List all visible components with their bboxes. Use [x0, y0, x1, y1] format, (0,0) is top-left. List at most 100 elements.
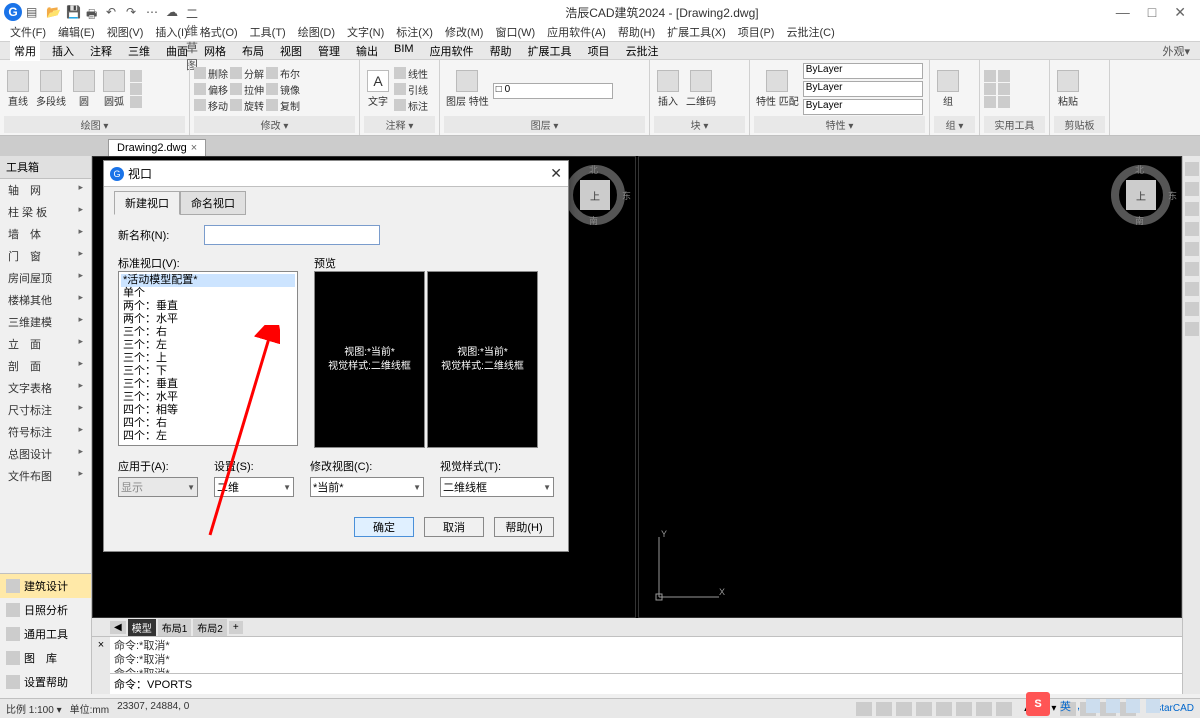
tab-annotate[interactable]: 注释	[86, 41, 116, 61]
tab-manage[interactable]: 管理	[314, 41, 344, 61]
rtb-icon[interactable]	[1185, 302, 1199, 316]
tbcat-building[interactable]: 建筑设计	[0, 574, 91, 598]
polar-icon[interactable]	[916, 702, 932, 716]
doctab-drawing2[interactable]: Drawing2.dwg×	[108, 139, 206, 156]
ime-icon[interactable]	[1106, 699, 1120, 713]
ok-button[interactable]: 确定	[354, 517, 414, 537]
changeview-select[interactable]: *当前*▼	[310, 477, 424, 497]
tab-bim[interactable]: BIM	[390, 41, 418, 61]
layout2-tab[interactable]: 布局2	[193, 619, 227, 636]
menu-file[interactable]: 文件(F)	[10, 24, 46, 41]
rtb-icon[interactable]	[1185, 162, 1199, 176]
viewcube-left[interactable]: 上 北 南 东	[565, 165, 625, 225]
polyline-button[interactable]: 多段线	[34, 68, 68, 110]
menu-edit[interactable]: 编辑(E)	[58, 24, 95, 41]
toolbox-axis[interactable]: 轴 网▸	[0, 179, 91, 201]
toolbox-texttable[interactable]: 文字表格▸	[0, 377, 91, 399]
undo-icon[interactable]: ↶	[106, 5, 120, 19]
insert-button[interactable]: 插入	[654, 68, 682, 110]
tbcat-settings[interactable]: 设置帮助	[0, 670, 91, 694]
list-item[interactable]: 三个：水平	[121, 391, 295, 404]
toolbox-dimension[interactable]: 尺寸标注▸	[0, 399, 91, 421]
menu-project[interactable]: 项目(P)	[738, 24, 775, 41]
toolbox-column[interactable]: 柱 梁 板▸	[0, 201, 91, 223]
layout1-tab[interactable]: 布局1	[158, 619, 192, 636]
share-icon[interactable]: ⋯	[146, 5, 160, 19]
tab-insert[interactable]: 插入	[48, 41, 78, 61]
menu-text[interactable]: 文字(N)	[347, 24, 384, 41]
model-tab[interactable]: 模型	[128, 619, 156, 636]
move-button[interactable]: 移动 旋转 复制	[194, 98, 300, 113]
tbcat-library[interactable]: 图 库	[0, 646, 91, 670]
preview-pane-1[interactable]: 视图:*当前*视觉样式:二维线框	[314, 271, 425, 448]
command-input[interactable]: 命令：VPORTS	[110, 673, 1182, 694]
menu-cloud[interactable]: 云批注(C)	[786, 24, 834, 41]
line-button[interactable]: 直线	[4, 68, 32, 110]
circle-button[interactable]: 圆	[70, 68, 98, 110]
menu-window[interactable]: 窗口(W)	[495, 24, 535, 41]
menu-ext[interactable]: 扩展工具(X)	[667, 24, 726, 41]
toolbox-roof[interactable]: 房间屋顶▸	[0, 267, 91, 289]
tab-new-vp[interactable]: 新建视口	[114, 191, 180, 215]
save-icon[interactable]: 💾	[66, 5, 80, 19]
menu-insert[interactable]: 插入(I)	[155, 24, 187, 41]
scale-display[interactable]: 比例 1:100 ▾	[6, 701, 62, 716]
applyto-select[interactable]: 显示▼	[118, 477, 198, 497]
text-button[interactable]: A文字	[364, 68, 392, 110]
rtb-icon[interactable]	[1185, 322, 1199, 336]
tab-named-vp[interactable]: 命名视口	[180, 191, 246, 215]
list-item[interactable]: 三个：上	[121, 352, 295, 365]
nav-arrow-icon[interactable]: ◀	[110, 621, 126, 634]
color-combo[interactable]: ByLayer	[803, 63, 923, 79]
current-layer-combo[interactable]: □ 0	[493, 83, 613, 99]
menu-view[interactable]: 视图(V)	[107, 24, 144, 41]
toolbox-stair[interactable]: 楼梯其他▸	[0, 289, 91, 311]
paste-button[interactable]: 粘贴	[1054, 68, 1082, 110]
snap-icon[interactable]	[856, 702, 872, 716]
menu-draw[interactable]: 绘图(D)	[298, 24, 335, 41]
toolbox-wall[interactable]: 墙 体▸	[0, 223, 91, 245]
toolbox-general[interactable]: 总图设计▸	[0, 443, 91, 465]
menu-format[interactable]: 格式(O)	[200, 24, 238, 41]
toolbox-filelayout[interactable]: 文件布图▸	[0, 465, 91, 487]
ime-icon[interactable]	[1126, 699, 1140, 713]
sketch-menu[interactable]: 二维草图	[186, 5, 200, 19]
new-name-input[interactable]	[204, 225, 380, 245]
rtb-icon[interactable]	[1185, 202, 1199, 216]
list-item[interactable]: 四个：相等	[121, 404, 295, 417]
lwt-icon[interactable]	[976, 702, 992, 716]
visualstyle-select[interactable]: 二维线框▼	[440, 477, 554, 497]
appearance-menu[interactable]: 外观▾	[1162, 43, 1200, 59]
tbcat-sunshine[interactable]: 日照分析	[0, 598, 91, 622]
list-item[interactable]: 三个：左	[121, 339, 295, 352]
menu-tools[interactable]: 工具(T)	[250, 24, 286, 41]
viewport-right[interactable]: 上 北 南 东 Y X	[638, 156, 1182, 618]
list-item[interactable]: 四个：右	[121, 417, 295, 430]
list-item[interactable]: 两个：水平	[121, 313, 295, 326]
list-item[interactable]: 四个：左	[121, 430, 295, 443]
ime-icon[interactable]	[1146, 699, 1160, 713]
list-item[interactable]: *活动模型配置*	[121, 274, 295, 287]
ime-bar[interactable]: 英,	[1060, 698, 1160, 714]
rtb-icon[interactable]	[1185, 242, 1199, 256]
new-icon[interactable]: ▤	[26, 5, 40, 19]
dyn-icon[interactable]	[996, 702, 1012, 716]
redo-icon[interactable]: ↷	[126, 5, 140, 19]
tab-view[interactable]: 视图	[276, 41, 306, 61]
help-button[interactable]: 帮助(H)	[494, 517, 554, 537]
list-item[interactable]: 三个：右	[121, 326, 295, 339]
tab-3d[interactable]: 三维	[124, 41, 154, 61]
linetype-combo[interactable]: ByLayer	[803, 81, 923, 97]
group-button[interactable]: 组	[934, 68, 962, 110]
toolbox-elevation[interactable]: 立 面▸	[0, 333, 91, 355]
cmd-close-icon[interactable]: ×	[92, 637, 110, 694]
ortho-icon[interactable]	[896, 702, 912, 716]
toolbox-door[interactable]: 门 窗▸	[0, 245, 91, 267]
close-icon[interactable]: ✕	[1174, 4, 1186, 21]
arc-button[interactable]: 圆弧	[100, 68, 128, 110]
tab-common[interactable]: 常用	[10, 41, 40, 61]
viewcube-right[interactable]: 上 北 南 东	[1111, 165, 1171, 225]
minimize-icon[interactable]: —	[1116, 4, 1130, 21]
maximize-icon[interactable]: □	[1148, 4, 1156, 21]
otrack-icon[interactable]	[956, 702, 972, 716]
